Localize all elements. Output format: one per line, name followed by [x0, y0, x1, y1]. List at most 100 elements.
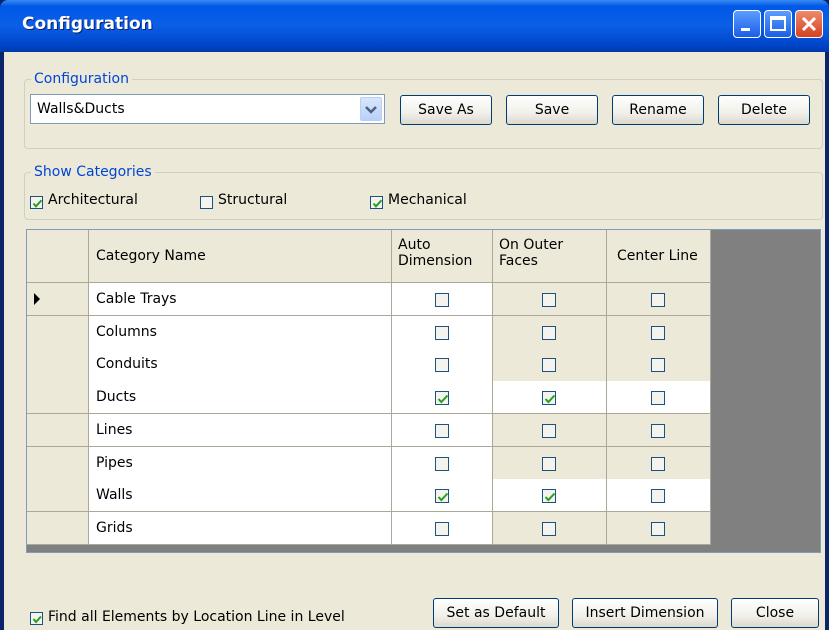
- save-button[interactable]: Save: [506, 95, 598, 125]
- cell-auto: [392, 511, 493, 546]
- find-all-label[interactable]: Find all Elements by Location Line in Le…: [48, 609, 345, 625]
- grid-corner-header: [27, 230, 89, 283]
- cell-outer: [493, 446, 607, 480]
- table-row[interactable]: Lines: [89, 413, 392, 447]
- checkbox-center[interactable]: [651, 358, 665, 373]
- current-row-arrow-icon: [34, 293, 40, 305]
- configuration-window: Configuration Configuration Walls&Ducts …: [0, 0, 829, 630]
- checkmark-icon: [32, 615, 42, 624]
- checkbox-auto[interactable]: [435, 358, 449, 373]
- checkbox-outer[interactable]: [542, 358, 556, 373]
- title-bar[interactable]: Configuration: [0, 0, 829, 52]
- checkmark-icon: [437, 493, 449, 502]
- set-as-default-button[interactable]: Set as Default: [433, 598, 559, 628]
- cell-outer: [493, 479, 607, 513]
- cell-auto: [392, 413, 493, 447]
- cell-center: [607, 479, 711, 513]
- cell-auto: [392, 283, 493, 317]
- checkbox-center[interactable]: [651, 521, 665, 536]
- category-label-0[interactable]: Architectural: [48, 192, 138, 208]
- checkbox-outer[interactable]: [542, 456, 556, 471]
- table-row[interactable]: Columns: [89, 315, 392, 349]
- table-row[interactable]: Grids: [89, 511, 392, 546]
- checkbox-center[interactable]: [651, 489, 665, 504]
- checkbox-outer[interactable]: [542, 325, 556, 340]
- category-checkbox-1[interactable]: [200, 196, 213, 209]
- cell-outer: [493, 348, 607, 382]
- column-header-label: Center Line: [617, 248, 698, 264]
- table-row[interactable]: Cable Trays: [89, 283, 392, 317]
- window-title: Configuration: [22, 14, 153, 34]
- insert-dimension-button[interactable]: Insert Dimension: [572, 598, 718, 628]
- table-row[interactable]: Ducts: [89, 381, 392, 415]
- table-row[interactable]: Conduits: [89, 348, 392, 382]
- checkbox-outer[interactable]: [542, 391, 556, 406]
- configuration-dropdown[interactable]: Walls&Ducts: [30, 94, 385, 124]
- checkmark-icon: [372, 199, 383, 208]
- category-name: Grids: [96, 519, 133, 536]
- row-header[interactable]: [27, 348, 89, 382]
- find-all-checkbox[interactable]: [30, 612, 43, 625]
- minimize-button[interactable]: [733, 10, 761, 38]
- cell-outer: [493, 381, 607, 415]
- category-checkbox-2[interactable]: [370, 196, 383, 209]
- column-header-3[interactable]: Center Line: [607, 230, 711, 283]
- category-name: Cable Trays: [96, 291, 177, 307]
- row-header[interactable]: [27, 511, 89, 546]
- checkbox-auto[interactable]: [435, 423, 449, 438]
- cell-center: [607, 348, 711, 382]
- checkbox-auto[interactable]: [435, 521, 449, 536]
- checkbox-auto[interactable]: [435, 391, 449, 406]
- checkbox-outer[interactable]: [542, 489, 556, 504]
- column-header-0[interactable]: Category Name: [89, 230, 392, 283]
- row-header[interactable]: [27, 479, 89, 513]
- checkbox-outer[interactable]: [542, 293, 556, 307]
- checkbox-outer[interactable]: [542, 423, 556, 438]
- cell-center: [607, 315, 711, 349]
- checkbox-auto[interactable]: [435, 456, 449, 471]
- column-header-2[interactable]: On Outer Faces: [493, 230, 607, 283]
- save-as-button[interactable]: Save As: [400, 95, 492, 125]
- row-header[interactable]: [27, 283, 89, 317]
- category-grid[interactable]: Category Name Auto Dimension On Outer Face…: [26, 229, 821, 553]
- checkbox-outer[interactable]: [542, 521, 556, 536]
- row-header[interactable]: [27, 315, 89, 349]
- row-header[interactable]: [27, 446, 89, 480]
- column-header-1[interactable]: Auto Dimension: [392, 230, 493, 283]
- category-label-2[interactable]: Mechanical: [388, 192, 467, 208]
- close-icon: [801, 16, 817, 32]
- checkbox-center[interactable]: [651, 423, 665, 438]
- checkbox-auto[interactable]: [435, 293, 449, 307]
- cell-center: [607, 413, 711, 447]
- checkbox-center[interactable]: [651, 325, 665, 340]
- cell-center: [607, 381, 711, 415]
- close-button[interactable]: Close: [731, 598, 819, 628]
- table-row[interactable]: Pipes: [89, 446, 392, 480]
- column-header-label: On Outer Faces: [499, 237, 564, 269]
- checkbox-auto[interactable]: [435, 489, 449, 504]
- cell-outer: [493, 413, 607, 447]
- chevron-down-icon: [365, 106, 377, 114]
- dropdown-button[interactable]: [360, 97, 382, 121]
- column-header-label: Category Name: [96, 248, 206, 264]
- table-row[interactable]: Walls: [89, 479, 392, 513]
- cell-center: [607, 283, 711, 317]
- checkbox-center[interactable]: [651, 456, 665, 471]
- checkbox-center[interactable]: [651, 293, 665, 307]
- checkmark-icon: [32, 199, 43, 208]
- checkbox-center[interactable]: [651, 391, 665, 406]
- category-name: Columns: [96, 323, 157, 340]
- row-header[interactable]: [27, 413, 89, 447]
- close-window-button[interactable]: [795, 10, 823, 38]
- checkbox-auto[interactable]: [435, 325, 449, 340]
- cell-auto: [392, 315, 493, 349]
- delete-button[interactable]: Delete: [718, 95, 810, 125]
- cell-center: [607, 446, 711, 480]
- rename-button[interactable]: Rename: [612, 95, 704, 125]
- category-checkbox-0[interactable]: [30, 196, 43, 209]
- category-label-1[interactable]: Structural: [218, 192, 287, 208]
- show-categories-legend: Show Categories: [31, 164, 155, 180]
- row-header[interactable]: [27, 381, 89, 415]
- column-header-label: Auto Dimension: [398, 237, 473, 269]
- maximize-button[interactable]: [764, 10, 792, 38]
